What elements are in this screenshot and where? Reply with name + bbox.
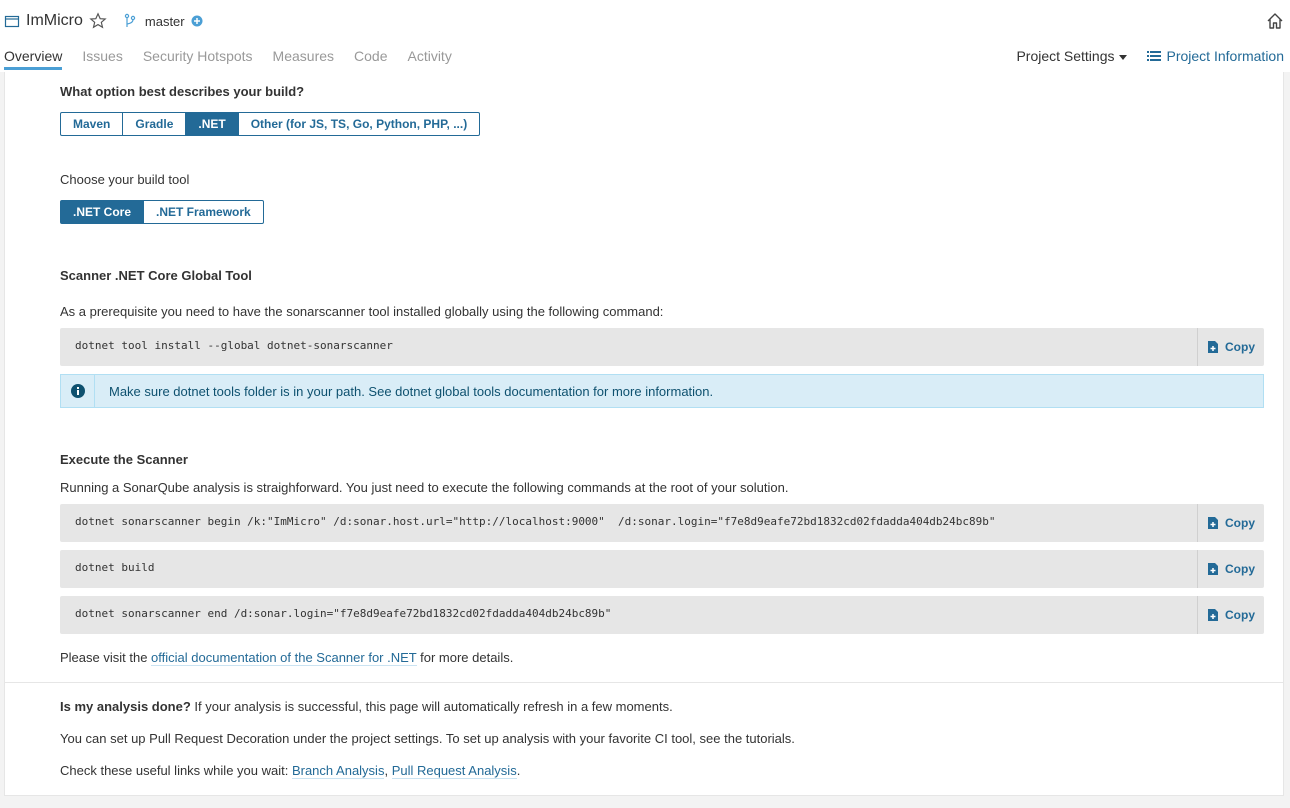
branch-icon [124, 13, 136, 27]
copy-label: Copy [1225, 340, 1255, 354]
project-right-nav: Project Settings Project Information [1016, 48, 1284, 64]
scanner-docs-link[interactable]: official documentation of the Scanner fo… [151, 650, 417, 666]
list-icon [1146, 51, 1161, 61]
project-header: ImMicro master [4, 8, 203, 34]
project-settings-menu[interactable]: Project Settings [1016, 48, 1127, 64]
copy-label: Copy [1225, 516, 1255, 530]
copy-icon [1208, 341, 1218, 353]
links-period: . [516, 763, 521, 778]
tab-issues[interactable]: Issues [82, 48, 122, 70]
begin-command-block: dotnet sonarscanner begin /k:"ImMicro" /… [60, 504, 1264, 542]
project-information-link[interactable]: Project Information [1146, 48, 1285, 64]
begin-command-text: dotnet sonarscanner begin /k:"ImMicro" /… [75, 515, 996, 528]
info-icon-wrap [61, 375, 95, 407]
branch-add-icon[interactable] [191, 15, 203, 27]
top-bar: ImMicro master Overview Issues Security … [0, 0, 1290, 72]
install-command-text: dotnet tool install --global dotnet-sona… [75, 339, 393, 352]
copy-icon [1208, 609, 1218, 621]
build-question-title: What option best describes your build? [60, 84, 305, 99]
tab-activity[interactable]: Activity [407, 48, 451, 70]
tab-security-hotspots[interactable]: Security Hotspots [143, 48, 253, 70]
visit-suffix: for more details. [416, 650, 514, 665]
branch-analysis-link[interactable]: Branch Analysis [291, 763, 385, 779]
execute-desc: Running a SonarQube analysis is straighf… [60, 480, 789, 495]
info-alert: Make sure dotnet tools folder is in your… [60, 374, 1264, 408]
copy-button[interactable]: Copy [1197, 504, 1264, 542]
copy-label: Copy [1225, 562, 1255, 576]
copy-button[interactable]: Copy [1197, 328, 1264, 366]
pr-decoration-text: You can set up Pull Request Decoration u… [60, 731, 795, 746]
build-option-maven[interactable]: Maven [60, 112, 124, 136]
global-tool-title: Scanner .NET Core Global Tool [60, 268, 252, 283]
copy-button[interactable]: Copy [1197, 550, 1264, 588]
execute-title: Execute the Scanner [60, 452, 188, 467]
project-tabs: Overview Issues Security Hotspots Measur… [4, 48, 472, 70]
tab-measures[interactable]: Measures [273, 48, 334, 70]
analysis-done-rest: If your analysis is successful, this pag… [190, 699, 673, 714]
copy-button[interactable]: Copy [1197, 596, 1264, 634]
tutorial-panel: What option best describes your build? M… [4, 72, 1284, 796]
end-command-block: dotnet sonarscanner end /d:sonar.login="… [60, 596, 1264, 634]
analysis-done-bold: Is my analysis done? [60, 699, 191, 714]
copy-icon [1208, 563, 1218, 575]
tab-code[interactable]: Code [354, 48, 387, 70]
tab-overview[interactable]: Overview [4, 48, 63, 70]
project-information-label: Project Information [1166, 48, 1285, 64]
pull-request-analysis-link[interactable]: Pull Request Analysis [391, 763, 517, 779]
analysis-done-text: Is my analysis done? If your analysis is… [60, 699, 673, 714]
project-icon [4, 15, 20, 28]
build-option-other[interactable]: Other (for JS, TS, Go, Python, PHP, ...) [237, 112, 481, 136]
useful-links-text: Check these useful links while you wait:… [60, 763, 521, 779]
build-tool-group: .NET Core .NET Framework [60, 200, 264, 224]
build-tool-dotnet-framework[interactable]: .NET Framework [143, 200, 264, 224]
home-icon[interactable] [1266, 12, 1284, 30]
copy-icon [1208, 517, 1218, 529]
project-settings-label: Project Settings [1016, 48, 1115, 64]
build-tool-title: Choose your build tool [60, 172, 190, 187]
project-name[interactable]: ImMicro [26, 12, 83, 30]
build-option-gradle[interactable]: Gradle [122, 112, 187, 136]
star-icon[interactable] [89, 12, 107, 30]
section-divider [5, 682, 1283, 683]
build-option-dotnet[interactable]: .NET [185, 112, 239, 136]
visit-docs-text: Please visit the official documentation … [60, 650, 514, 666]
useful-links-prefix: Check these useful links while you wait: [60, 763, 292, 778]
global-tool-desc: As a prerequisite you need to have the s… [60, 304, 664, 319]
build-command-text: dotnet build [75, 561, 155, 574]
end-command-text: dotnet sonarscanner end /d:sonar.login="… [75, 607, 612, 620]
branch-name[interactable]: master [145, 14, 185, 29]
visit-prefix: Please visit the [60, 650, 152, 665]
build-tool-dotnet-core[interactable]: .NET Core [60, 200, 145, 224]
info-icon [70, 384, 85, 398]
install-command-block: dotnet tool install --global dotnet-sona… [60, 328, 1264, 366]
info-alert-text: Make sure dotnet tools folder is in your… [109, 383, 714, 399]
links-separator: , [384, 763, 392, 778]
caret-down-icon [1118, 54, 1127, 60]
build-command-block: dotnet build Copy [60, 550, 1264, 588]
copy-label: Copy [1225, 608, 1255, 622]
build-option-group: Maven Gradle .NET Other (for JS, TS, Go,… [60, 112, 481, 136]
